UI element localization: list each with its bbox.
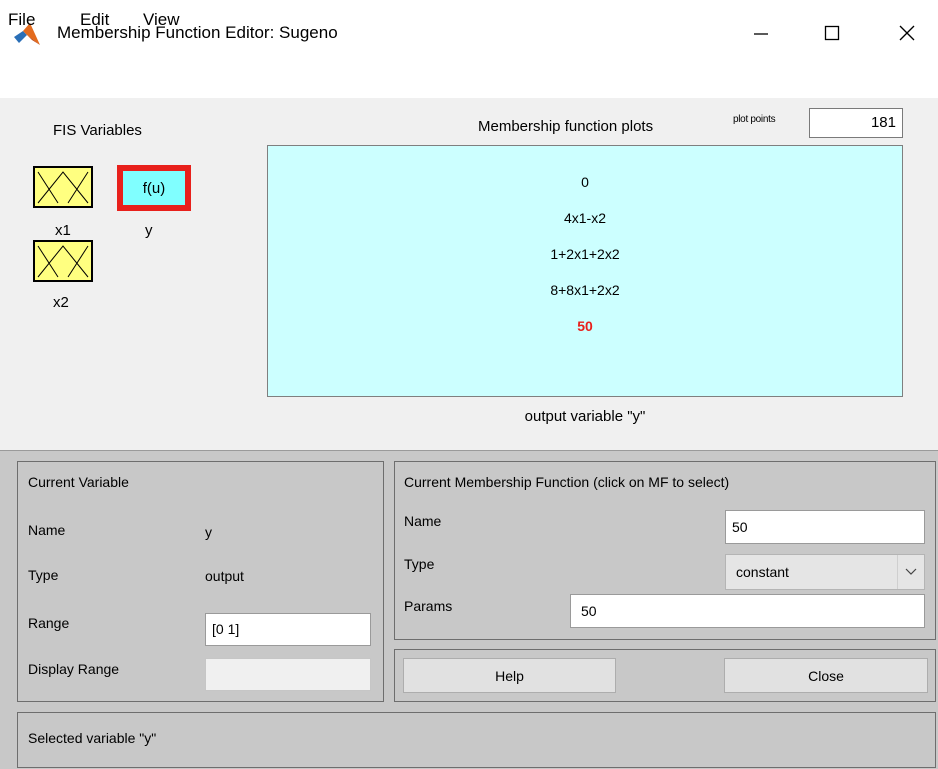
- close-icon: [899, 25, 915, 41]
- plot-caption: output variable "y": [524, 408, 646, 425]
- menu-view[interactable]: View: [143, 10, 180, 30]
- status-text: Selected variable "y": [28, 730, 157, 746]
- display-range-input[interactable]: [205, 658, 371, 691]
- mf-item-4-selected[interactable]: 50: [268, 318, 902, 334]
- mf-params-label: Params: [404, 598, 453, 614]
- mf-type-dropdown[interactable]: constant: [725, 554, 925, 590]
- mf-item-3[interactable]: 8+8x1+2x2: [268, 282, 902, 298]
- mf-type-label: Type: [404, 556, 435, 572]
- mf-name-input[interactable]: 50: [725, 510, 925, 544]
- mf-item-2[interactable]: 1+2x1+2x2: [268, 246, 902, 262]
- plot-points-label: plot points: [733, 114, 776, 125]
- variable-range-input[interactable]: [0 1]: [205, 613, 371, 646]
- maximize-button[interactable]: [809, 14, 855, 52]
- chevron-down-icon: [897, 555, 924, 589]
- current-mf-title: Current Membership Function (click on MF…: [404, 474, 730, 490]
- input-variable-x2-button[interactable]: [33, 240, 93, 282]
- mf-type-value: constant: [736, 564, 789, 580]
- variable-type-value: output: [205, 568, 244, 584]
- variable-label-y: y: [145, 222, 153, 239]
- minimize-icon: [754, 33, 768, 35]
- variable-range-label: Range: [28, 615, 70, 631]
- mf-item-1[interactable]: 4x1-x2: [268, 210, 902, 226]
- mf-params-input[interactable]: 50: [570, 594, 925, 628]
- variable-type-label: Type: [28, 567, 59, 583]
- plots-title: Membership function plots: [478, 118, 654, 135]
- fis-variables-label: FIS Variables: [53, 122, 142, 139]
- minimize-button[interactable]: [738, 14, 784, 52]
- variable-name-label: Name: [28, 522, 66, 538]
- mf-item-0[interactable]: 0: [268, 174, 902, 190]
- input-mf-icon: [37, 171, 89, 204]
- input-variable-x1-button[interactable]: [33, 166, 93, 208]
- close-button[interactable]: Close: [724, 658, 928, 693]
- menu-file[interactable]: File: [8, 10, 35, 30]
- variable-name-value: y: [205, 524, 212, 540]
- variable-label-x2: x2: [53, 294, 69, 311]
- help-button[interactable]: Help: [403, 658, 616, 693]
- menu-bar: [0, 56, 938, 98]
- close-window-button[interactable]: [884, 14, 930, 52]
- plot-points-input[interactable]: 181: [809, 108, 903, 138]
- output-function-icon-label: f(u): [123, 171, 185, 205]
- maximize-icon: [824, 25, 840, 41]
- mf-name-label: Name: [404, 513, 442, 529]
- input-mf-icon: [37, 245, 89, 278]
- variable-label-x1: x1: [55, 222, 71, 239]
- membership-function-plot[interactable]: 0 4x1-x2 1+2x1+2x2 8+8x1+2x2 50: [267, 145, 903, 397]
- output-variable-y-button[interactable]: f(u): [117, 165, 191, 211]
- current-variable-title: Current Variable: [28, 474, 129, 490]
- display-range-label: Display Range: [28, 661, 120, 677]
- menu-edit[interactable]: Edit: [80, 10, 109, 30]
